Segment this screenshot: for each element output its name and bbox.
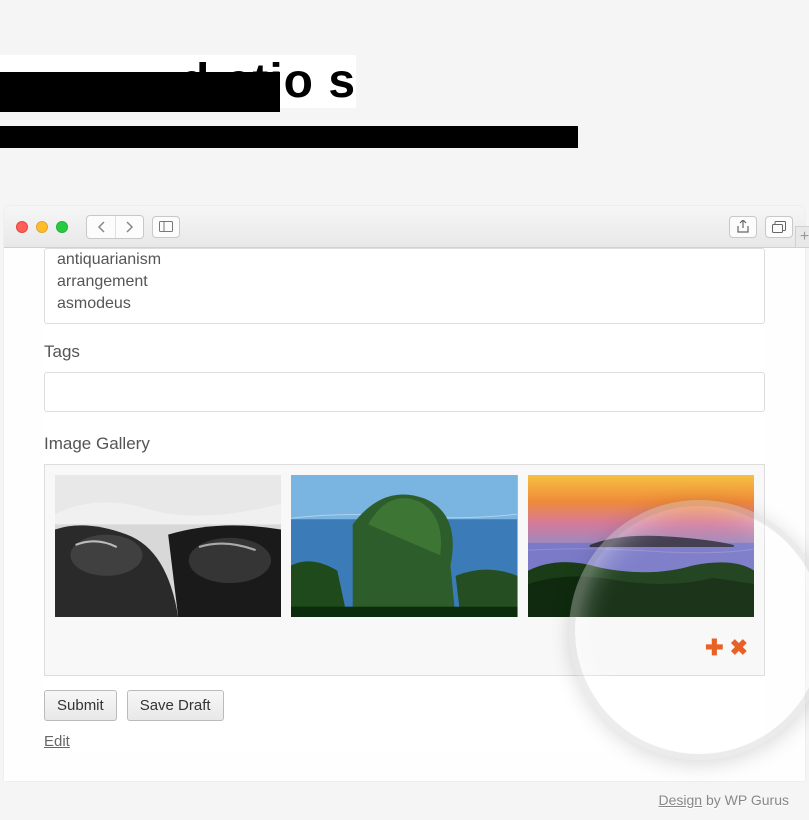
- back-button[interactable]: [87, 216, 115, 238]
- maximize-window-button[interactable]: [56, 221, 68, 233]
- add-image-icon[interactable]: ✚: [705, 635, 723, 661]
- nav-buttons: [86, 215, 144, 239]
- sidebar-toggle-icon[interactable]: [152, 216, 180, 238]
- submit-button[interactable]: Submit: [44, 690, 117, 721]
- gallery-thumb[interactable]: [528, 475, 754, 617]
- save-draft-button[interactable]: Save Draft: [127, 690, 224, 721]
- design-link[interactable]: Design: [659, 792, 703, 808]
- image-gallery: ✚ ✖: [44, 464, 765, 676]
- gallery-label: Image Gallery: [44, 434, 765, 454]
- tabs-icon[interactable]: [765, 216, 793, 238]
- tags-input[interactable]: [44, 372, 765, 412]
- gallery-thumb[interactable]: [291, 475, 517, 617]
- footer-by: by WP Gurus: [702, 792, 789, 808]
- category-option[interactable]: arrangement: [45, 271, 764, 293]
- window-controls: [16, 221, 68, 233]
- new-tab-button[interactable]: +: [795, 226, 809, 248]
- category-select[interactable]: antiquarianism arrangement asmodeus: [44, 248, 765, 324]
- gallery-thumb[interactable]: [55, 475, 281, 617]
- subtitle-obscured-block: [0, 126, 578, 148]
- minimize-window-button[interactable]: [36, 221, 48, 233]
- browser-window: antiquarianism arrangement asmodeus Tags…: [4, 206, 805, 781]
- browser-toolbar: [4, 206, 805, 248]
- title-obscured-block: [0, 72, 280, 112]
- forward-button[interactable]: [115, 216, 143, 238]
- footer-credit: Design by WP Gurus: [659, 792, 789, 808]
- tags-label: Tags: [44, 342, 765, 362]
- form-content: antiquarianism arrangement asmodeus Tags…: [4, 248, 805, 781]
- edit-link[interactable]: Edit: [44, 733, 70, 750]
- share-icon[interactable]: [729, 216, 757, 238]
- remove-image-icon[interactable]: ✖: [730, 635, 748, 661]
- category-option[interactable]: asmodeus: [45, 293, 764, 315]
- close-window-button[interactable]: [16, 221, 28, 233]
- category-option[interactable]: antiquarianism: [45, 249, 764, 271]
